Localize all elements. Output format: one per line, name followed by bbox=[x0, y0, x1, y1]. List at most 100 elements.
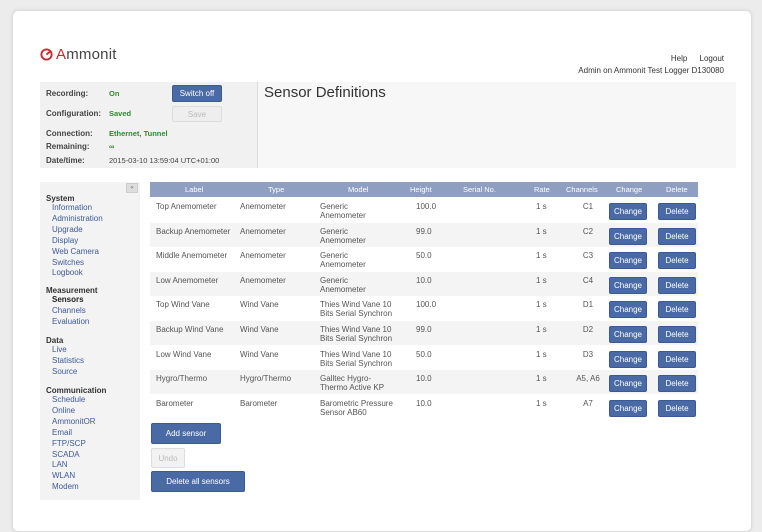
column-header-type: Type bbox=[268, 185, 285, 194]
cell-channels: A5, A6 bbox=[576, 374, 600, 384]
column-header-label: Label bbox=[185, 185, 204, 194]
cell-model-line: Sensor AB60 bbox=[320, 407, 367, 417]
sidebar-item-lan[interactable]: LAN bbox=[52, 461, 68, 469]
cell-type: Wind Vane bbox=[240, 349, 279, 359]
cell-type: Anemometer bbox=[240, 275, 286, 285]
table-row: Middle Anemometer Anemometer Generic Anemom… bbox=[150, 247, 698, 271]
sidebar-item-administration[interactable]: Administration bbox=[52, 214, 103, 223]
cell-label: Backup Wind Vane bbox=[156, 325, 224, 334]
sidebar-item-web-camera[interactable]: Web Camera bbox=[52, 247, 99, 256]
save-button[interactable]: Save bbox=[172, 106, 222, 122]
cell-height: 99.0 bbox=[416, 325, 432, 334]
cell-label: Barometer bbox=[156, 398, 194, 408]
page-title: Sensor Definitions bbox=[264, 84, 386, 101]
cell-model-line: Anemometer bbox=[320, 235, 366, 245]
delete-button[interactable]: Delete bbox=[658, 252, 696, 270]
cell-model: Galltec Hygro- Thermo Active KP bbox=[320, 374, 405, 392]
sidebar-item-statistics[interactable]: Statistics bbox=[52, 356, 84, 365]
sidebar-item-source[interactable]: Source bbox=[52, 367, 77, 376]
cell-model-line: Galltec Hygro- bbox=[320, 374, 372, 384]
cell-rate: 1 s bbox=[536, 398, 547, 408]
delete-button[interactable]: Delete bbox=[658, 227, 696, 245]
cell-model-line: Bits Serial Synchron bbox=[320, 309, 393, 319]
sidebar-item-online[interactable]: Online bbox=[52, 406, 75, 415]
sidebar-item-evaluation[interactable]: Evaluation bbox=[52, 317, 89, 326]
cell-label: Backup Anemometer bbox=[156, 226, 231, 236]
delete-button[interactable]: Delete bbox=[658, 301, 696, 319]
cell-rate: 1 s bbox=[536, 325, 547, 334]
sidebar-item-information[interactable]: Information bbox=[52, 204, 92, 212]
sidebar-item-schedule[interactable]: Schedule bbox=[52, 396, 85, 404]
sidebar-item-display[interactable]: Display bbox=[52, 236, 78, 245]
sidebar-item-live[interactable]: Live bbox=[52, 346, 67, 354]
remaining-label: Remaining: bbox=[46, 142, 90, 151]
change-button[interactable]: Change bbox=[609, 203, 647, 220]
column-header-serial-no: Serial No. bbox=[463, 185, 496, 194]
cell-label: Middle Anemometer bbox=[156, 251, 228, 261]
change-button[interactable]: Change bbox=[609, 399, 647, 417]
sidebar-item-channels[interactable]: Channels bbox=[52, 306, 86, 315]
configuration-value: Saved bbox=[109, 109, 132, 118]
change-button[interactable]: Change bbox=[609, 276, 647, 294]
cell-height: 100.0 bbox=[416, 300, 437, 310]
sidebar-item-modem[interactable]: Modem bbox=[52, 483, 79, 491]
ammonit-logo[interactable]: Ammonit bbox=[40, 46, 117, 63]
cell-model: Barometric Pressure Sensor AB60 bbox=[320, 399, 405, 417]
delete-button[interactable]: Delete bbox=[658, 326, 696, 343]
configuration-label: Configuration: bbox=[46, 109, 102, 118]
sidebar-item-ftp-scp[interactable]: FTP/SCP bbox=[52, 439, 86, 448]
switch-off-button[interactable]: Switch off bbox=[172, 85, 222, 102]
cell-model-line: Thies Wind Vane 10 bbox=[320, 325, 392, 334]
delete-button[interactable]: Delete bbox=[658, 276, 696, 294]
change-button[interactable]: Change bbox=[609, 252, 647, 270]
help-link[interactable]: Help bbox=[671, 54, 687, 63]
undo-button[interactable]: Undo bbox=[151, 448, 185, 468]
cell-height: 10.0 bbox=[416, 398, 432, 408]
delete-button[interactable]: Delete bbox=[658, 375, 696, 393]
cell-model-line: Bits Serial Synchron bbox=[320, 334, 393, 343]
sidebar-item-logbook[interactable]: Logbook bbox=[52, 269, 83, 277]
cell-rate: 1 s bbox=[536, 202, 547, 211]
connection-label: Connection: bbox=[46, 129, 93, 138]
change-button[interactable]: Change bbox=[609, 326, 647, 343]
column-header-channels: Channels bbox=[566, 185, 598, 194]
delete-button[interactable]: Delete bbox=[658, 399, 696, 417]
column-header-delete: Delete bbox=[666, 185, 688, 194]
cell-type: Wind Vane bbox=[240, 300, 279, 310]
change-button[interactable]: Change bbox=[609, 350, 647, 368]
cell-type: Wind Vane bbox=[240, 325, 279, 334]
cell-rate: 1 s bbox=[536, 374, 547, 384]
table-header: Label Type Model Height Serial No. Rate … bbox=[150, 182, 698, 197]
delete-button[interactable]: Delete bbox=[658, 350, 696, 368]
cell-channels: C2 bbox=[582, 226, 594, 236]
table-row: Barometer Barometer Barometric Pressure Sen… bbox=[150, 395, 698, 419]
cell-height: 99.0 bbox=[416, 226, 432, 236]
cell-rate: 1 s bbox=[536, 300, 547, 310]
cell-type: Barometer bbox=[240, 398, 278, 408]
delete-button[interactable]: Delete bbox=[658, 203, 696, 220]
cell-model-line: Thermo Active KP bbox=[320, 383, 385, 393]
cell-channels: C4 bbox=[582, 275, 594, 285]
cell-model-line: Generic bbox=[320, 202, 349, 211]
add-sensor-button[interactable]: Add sensor bbox=[151, 423, 221, 444]
cell-model: Generic Anemometer bbox=[320, 227, 405, 245]
sidebar-item-switches[interactable]: Switches bbox=[52, 258, 84, 267]
table-row: Low Wind Vane Wind Vane Thies Wind Vane 10… bbox=[150, 346, 698, 370]
sidebar-item-sensors[interactable]: Sensors bbox=[52, 296, 84, 304]
cell-model-line: Anemometer bbox=[320, 211, 366, 220]
sidebar-item-email[interactable]: Email bbox=[52, 428, 72, 437]
logout-link[interactable]: Logout bbox=[700, 54, 724, 63]
sidebar-item-scada[interactable]: SCADA bbox=[52, 450, 80, 459]
sidebar-item-ammonitor[interactable]: AmmonitOR bbox=[52, 417, 96, 426]
cell-channels: C1 bbox=[582, 202, 594, 211]
sidebar-item-wlan[interactable]: WLAN bbox=[52, 472, 75, 480]
change-button[interactable]: Change bbox=[609, 375, 647, 393]
sidebar-item-upgrade[interactable]: Upgrade bbox=[52, 225, 83, 234]
delete-all-sensors-button[interactable]: Delete all sensors bbox=[151, 471, 245, 492]
cell-rate: 1 s bbox=[536, 275, 547, 285]
table-row: Backup Anemometer Anemometer Generic Anemom… bbox=[150, 222, 698, 247]
change-button[interactable]: Change bbox=[609, 227, 647, 245]
cell-model-line: Bits Serial Synchron bbox=[320, 358, 393, 368]
sidebar-collapse-icon[interactable]: « bbox=[126, 183, 138, 193]
change-button[interactable]: Change bbox=[609, 301, 647, 319]
